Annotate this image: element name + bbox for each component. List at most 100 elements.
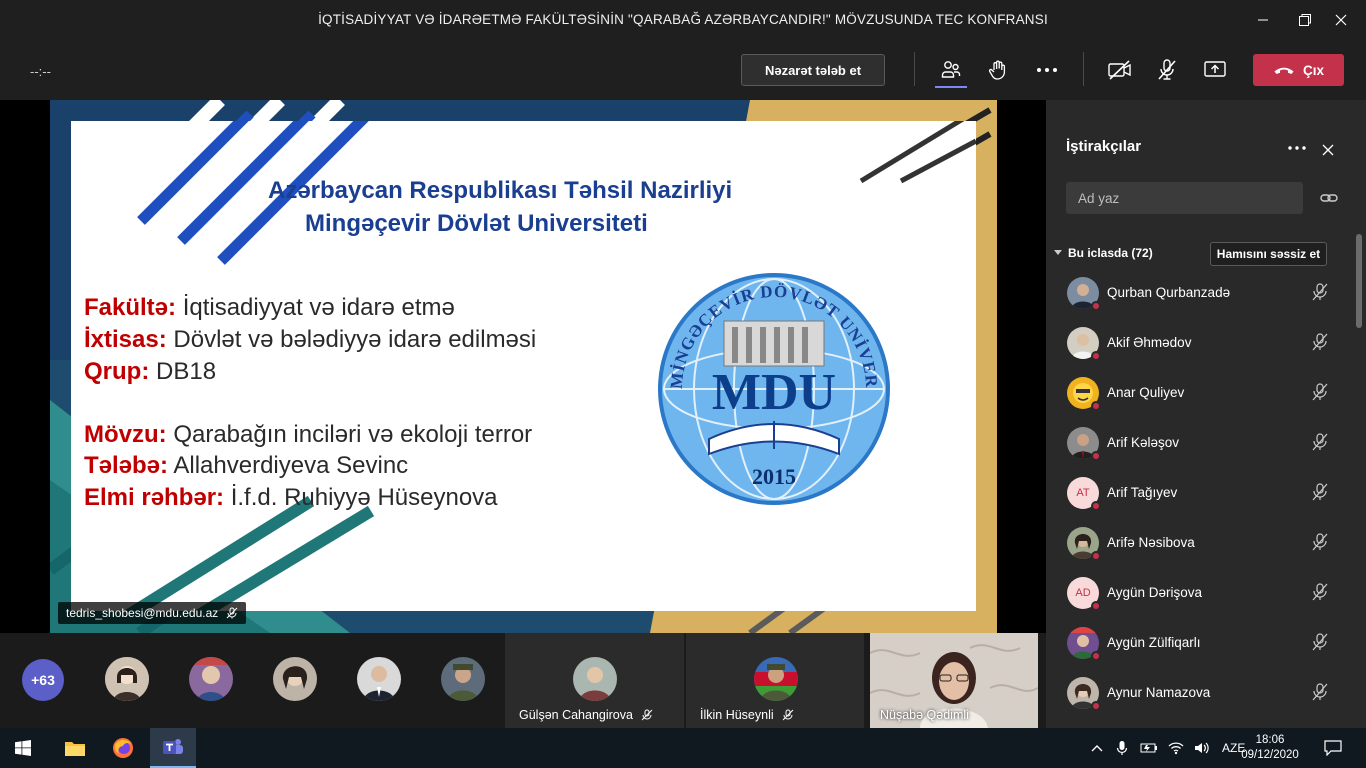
participant-row[interactable]: AT Arif Tağıyev (1046, 468, 1356, 518)
more-participants-button[interactable]: +63 (22, 659, 64, 701)
participant-avatar[interactable] (357, 657, 401, 701)
mic-off-icon (641, 709, 653, 721)
participants-icon (941, 61, 961, 78)
link-icon (1320, 194, 1338, 202)
search-participants-input[interactable] (1066, 182, 1303, 214)
action-center-button[interactable] (1310, 728, 1356, 768)
presenter-name: tedris_shobesi@mdu.edu.az (66, 606, 219, 620)
participant-row[interactable]: Anar Quliyev (1046, 368, 1356, 418)
mic-off-icon (1312, 533, 1328, 551)
windows-taskbar: AZE 18:06 09/12/2020 (0, 728, 1366, 768)
share-screen-button[interactable] (1200, 56, 1230, 84)
video-tile[interactable]: İlkin Hüseynli (686, 633, 864, 728)
participant-strip: +63 Gülşən Cahangirova İlkin Hüseynli Nü… (0, 633, 1046, 728)
leave-button[interactable]: Çıx (1253, 54, 1344, 86)
status-indicator (1091, 401, 1101, 411)
taskbar-file-explorer[interactable] (52, 728, 98, 768)
taskbar-clock[interactable]: 18:06 09/12/2020 (1240, 733, 1300, 763)
participant-row[interactable]: Arifə Nəsibova (1046, 518, 1356, 568)
in-meeting-section-header[interactable]: Bu iclasda (72) (1054, 246, 1153, 260)
camera-toggle-button[interactable] (1105, 56, 1135, 84)
participant-row[interactable]: Arif Kələşov (1046, 418, 1356, 468)
mic-off-icon (782, 709, 793, 721)
participant-avatar[interactable] (273, 657, 317, 701)
participant-avatar[interactable] (105, 657, 149, 701)
toolbar-divider (1083, 52, 1084, 86)
copy-invite-link-button[interactable] (1318, 188, 1340, 208)
minimize-icon (1258, 19, 1268, 21)
participant-avatar[interactable] (441, 657, 485, 701)
university-logo: MİNGƏÇEVİR DÖVLƏT UNİVERSİTETİ MDU 2015 (654, 269, 890, 505)
panel-more-button[interactable] (1286, 138, 1308, 158)
mic-off-icon (1158, 59, 1176, 80)
raise-hand-icon (988, 60, 1006, 80)
mute-all-button[interactable]: Hamısını səssiz et (1210, 242, 1327, 266)
panel-title: İştirakçılar (1066, 138, 1142, 155)
tile-name: İlkin Hüseynli (700, 708, 794, 722)
participant-row[interactable]: Aygün Zülfiqarlı (1046, 618, 1356, 668)
shared-slide: Azərbaycan Respublikası Təhsil Nazirliyi… (50, 100, 997, 633)
mic-off-icon (226, 607, 238, 619)
windows-start-icon (15, 740, 31, 756)
participant-name: Aynur Namazova (1107, 685, 1211, 700)
more-actions-button[interactable] (1032, 56, 1062, 84)
panel-close-button[interactable] (1318, 140, 1338, 160)
logo-abbreviation: MDU (712, 364, 836, 421)
panel-scrollbar[interactable] (1356, 234, 1362, 328)
mic-toggle-button[interactable] (1152, 56, 1182, 84)
tile-name: Nüşabə Qədimli (880, 708, 969, 722)
status-indicator (1091, 651, 1101, 661)
chevron-up-icon[interactable] (1090, 743, 1104, 753)
participant-avatar (754, 657, 798, 701)
slide-line-student: Tələbə: Allahverdiyeva Sevinc (84, 452, 409, 479)
status-indicator (1091, 701, 1101, 711)
clock-date: 09/12/2020 (1241, 749, 1299, 761)
file-explorer-icon (65, 742, 85, 756)
status-indicator (1091, 451, 1101, 461)
participant-row[interactable]: Aynur Namazova (1046, 668, 1356, 718)
volume-icon (1195, 742, 1209, 754)
meeting-timer: --:-- (30, 64, 51, 79)
video-tile-camera[interactable]: Nüşabə Qədimli (870, 633, 1038, 728)
status-indicator (1091, 351, 1101, 361)
mic-off-icon (1312, 583, 1328, 601)
slide-line-faculty: Fakültə: İqtisadiyyat və idarə etmə (84, 294, 455, 321)
mic-off-icon (1312, 633, 1328, 651)
participant-name: Arif Kələşov (1107, 435, 1180, 450)
notifications-icon (1324, 740, 1342, 756)
close-icon (1322, 144, 1334, 156)
slide-heading-university: Mingəçevir Dövlət Universiteti (305, 210, 648, 237)
microphone-icon (1116, 741, 1128, 755)
taskbar-firefox[interactable] (100, 728, 146, 768)
raise-hand-button[interactable] (983, 56, 1013, 84)
participants-panel: İştirakçılar Bu iclasda (72) Hamısını sə… (1046, 100, 1366, 728)
title-bar: İQTİSADİYYAT VƏ İDARƏETMƏ FAKÜLTƏSİNİN "… (0, 0, 1366, 40)
slide-heading-ministry: Azərbaycan Respublikası Təhsil Nazirliyi (268, 177, 733, 204)
status-indicator (1091, 501, 1101, 511)
close-icon (1335, 14, 1347, 26)
participant-name: Arif Tağıyev (1107, 485, 1178, 500)
active-indicator (935, 86, 967, 88)
mic-off-icon (1312, 283, 1328, 301)
mic-off-icon (1312, 333, 1328, 351)
close-window-button[interactable] (1318, 0, 1364, 40)
participants-button[interactable] (936, 56, 966, 84)
clock-time: 18:06 (1255, 734, 1285, 746)
participant-name: Akif Əhmədov (1107, 335, 1192, 350)
taskbar-teams[interactable] (150, 728, 196, 768)
mic-off-icon (1312, 383, 1328, 401)
participant-name: Arifə Nəsibova (1107, 535, 1195, 550)
presenter-name-tag: tedris_shobesi@mdu.edu.az (58, 602, 247, 624)
participant-row[interactable]: Akif Əhmədov (1046, 318, 1356, 368)
minimize-button[interactable] (1240, 0, 1286, 40)
participant-avatar[interactable] (189, 657, 233, 701)
participant-row[interactable]: AD Aygün Dərişova (1046, 568, 1356, 618)
tile-name: Gülşən Cahangirova (519, 708, 653, 722)
participant-avatar (573, 657, 617, 701)
participant-name: Qurban Qurbanzadə (1107, 285, 1231, 300)
request-control-button[interactable]: Nəzarət tələb et (741, 54, 885, 86)
toolbar-divider (914, 52, 915, 86)
participant-row[interactable]: Qurban Qurbanzadə (1046, 268, 1356, 318)
start-button[interactable] (0, 728, 46, 768)
video-tile[interactable]: Gülşən Cahangirova (505, 633, 684, 728)
